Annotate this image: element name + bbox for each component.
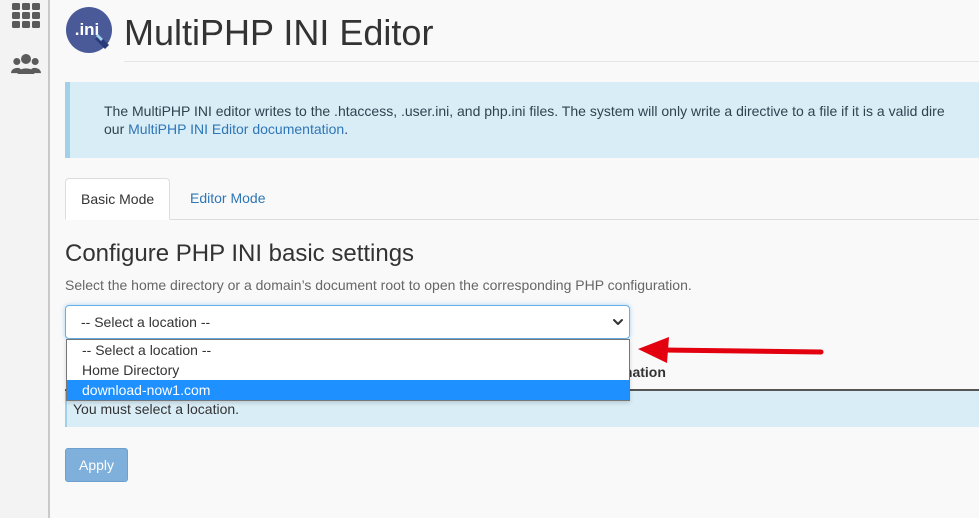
callout-line-1: The MultiPHP INI editor writes to the .h… xyxy=(104,103,945,119)
logo-text: .ini xyxy=(75,20,100,39)
users-icon[interactable] xyxy=(11,50,41,78)
callout-line-2: our MultiPHP INI Editor documentation. xyxy=(104,120,979,138)
dropdown-option-home-directory[interactable]: Home Directory xyxy=(67,360,629,380)
sidebar xyxy=(0,0,50,518)
apply-button[interactable]: Apply xyxy=(65,448,128,482)
dropdown-option-domain[interactable]: download-now1.com xyxy=(67,380,629,400)
info-callout: The MultiPHP INI editor writes to the .h… xyxy=(65,82,979,158)
main-content: .ini MultiPHP INI Editor The MultiPHP IN… xyxy=(50,0,979,518)
chevron-down-icon xyxy=(613,319,623,325)
callout-suffix: . xyxy=(344,121,349,137)
callout-prefix: our xyxy=(104,121,129,137)
mode-tabs: Basic Mode Editor Mode xyxy=(65,178,979,220)
dropdown-option-select-location[interactable]: -- Select a location -- xyxy=(67,340,629,360)
page-title: MultiPHP INI Editor xyxy=(124,12,434,53)
section-heading: Configure PHP INI basic settings xyxy=(65,240,415,267)
multiphp-ini-logo: .ini xyxy=(66,7,112,53)
tab-editor-mode[interactable]: Editor Mode xyxy=(175,178,280,220)
location-dropdown-list: -- Select a location -- Home Directory d… xyxy=(66,339,630,401)
section-description: Select the home directory or a domain’s … xyxy=(65,277,692,293)
title-divider xyxy=(124,61,979,62)
documentation-link[interactable]: MultiPHP INI Editor documentation xyxy=(128,121,344,137)
location-select[interactable]: -- Select a location -- xyxy=(65,305,630,339)
location-select-value: -- Select a location -- xyxy=(81,314,211,330)
grid-icon[interactable] xyxy=(11,2,41,30)
red-arrow-annotation xyxy=(638,337,824,363)
tab-basic-mode[interactable]: Basic Mode xyxy=(65,178,171,220)
